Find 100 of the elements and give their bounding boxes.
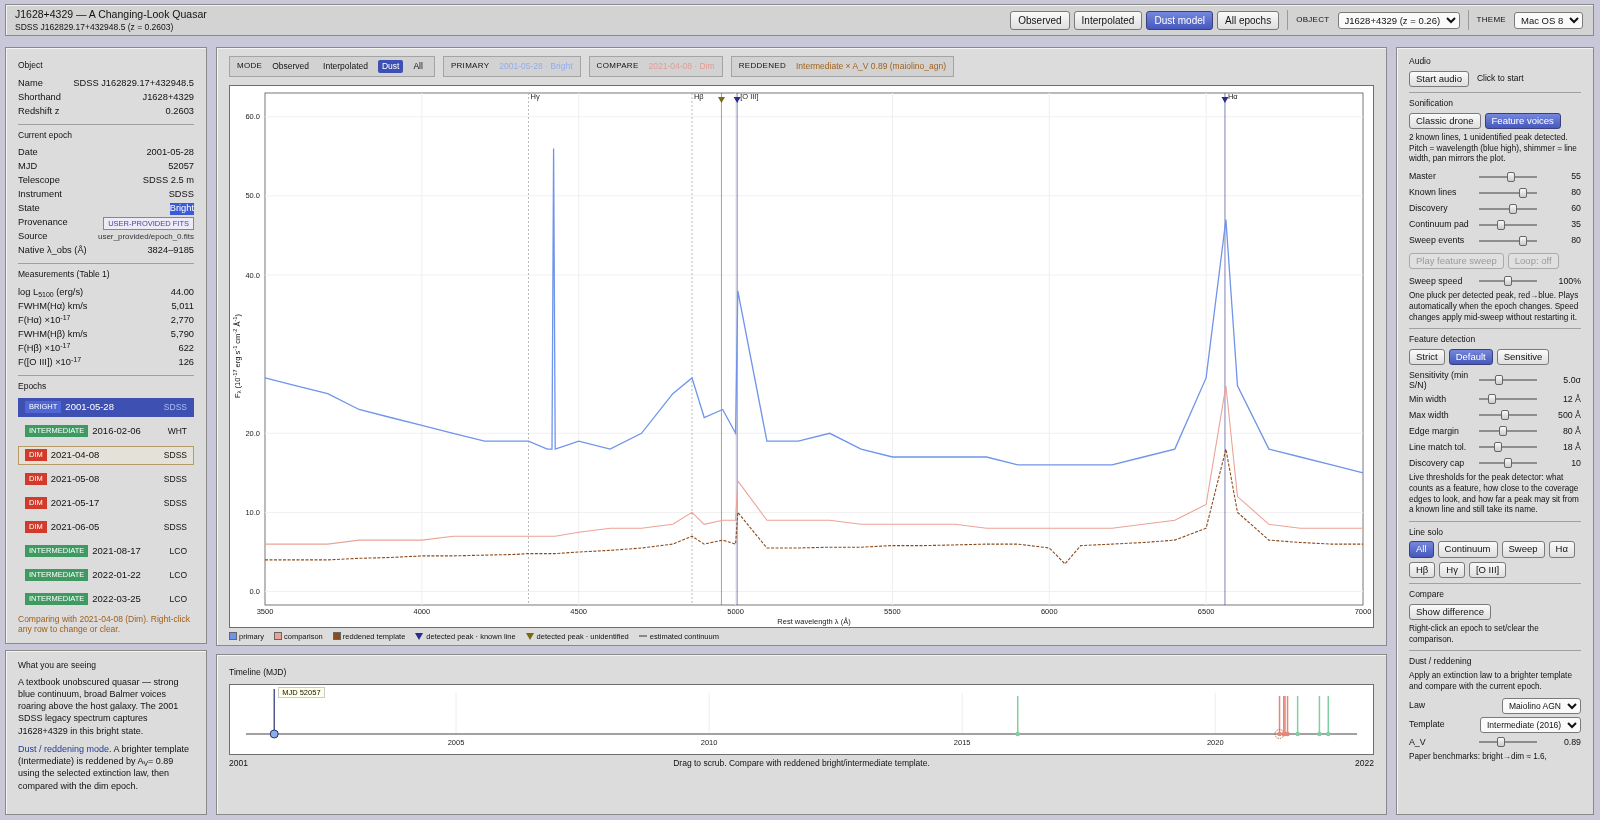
indicator-label: COMPARE <box>596 61 639 72</box>
field-value: 2001-05-28 <box>146 147 194 160</box>
field-value: 622 <box>178 343 194 355</box>
epoch-date: 2001-05-28 <box>65 401 114 413</box>
mode-button[interactable]: Feature voices <box>1484 112 1561 129</box>
mode-option[interactable]: Observed <box>268 60 314 73</box>
window-title: J1628+4329 — A Changing-Look Quasar <box>15 7 207 21</box>
line-solo-button[interactable]: Continuum <box>1437 541 1498 558</box>
slider-thumb[interactable] <box>1504 276 1512 287</box>
telescope-label: LCO <box>169 593 187 605</box>
view-tab[interactable]: Interpolated <box>1073 10 1143 30</box>
telescope-label: WHT <box>167 425 187 437</box>
template-select[interactable]: Intermediate (2016) <box>1480 716 1581 733</box>
field-label: MJD <box>18 161 38 174</box>
slider-label: Line match tol. <box>1409 441 1468 453</box>
line-solo-button[interactable]: Hα <box>1548 541 1575 558</box>
slider-label: Edge margin <box>1409 425 1460 437</box>
slider-thumb[interactable] <box>1509 203 1517 214</box>
preset-button[interactable]: Strict <box>1409 348 1445 366</box>
slider-value: 60 <box>1570 203 1581 215</box>
description-text: One pluck per detected peak, red→blue. Plays automatically when the epoch changes. Speed changes apply mid-sweep without restarting it. <box>1409 291 1580 324</box>
field-value: 5,011 <box>171 301 194 313</box>
slider-thumb[interactable] <box>1495 375 1503 386</box>
slider-value: 10 <box>1570 457 1581 469</box>
preset-button[interactable]: Default <box>1448 348 1493 366</box>
slider-value: 12 Å <box>1561 393 1581 405</box>
section-title: Dust / reddening <box>1409 656 1473 668</box>
field-label: Instrument <box>18 189 62 202</box>
field-label: Provenance <box>18 217 68 230</box>
section-title: Line solo <box>1409 526 1445 538</box>
slider-value: 35 <box>1570 219 1581 231</box>
theme-label: THEME <box>1476 15 1506 25</box>
view-tab[interactable]: Observed <box>1010 10 1070 30</box>
slider-thumb[interactable] <box>1506 171 1515 182</box>
slider-thumb[interactable] <box>1487 394 1496 405</box>
telescope-label: LCO <box>169 545 187 557</box>
slider-thumb[interactable] <box>1519 187 1527 198</box>
view-tab[interactable]: All epochs <box>1217 10 1280 30</box>
section-title: Sonification <box>1409 97 1454 109</box>
line-solo-button[interactable]: Hγ <box>1439 561 1465 579</box>
description-text: Right-click an epoch to set/clear the comparison. <box>1409 624 1540 646</box>
mode-button[interactable]: Classic drone <box>1409 112 1481 129</box>
timeline-caption: Drag to scrub. Compare with reddened bright/intermediate template. <box>673 757 930 769</box>
telescope-label: SDSS <box>163 521 187 533</box>
telescope-label: SDSS <box>163 473 187 485</box>
slider-label: Discovery cap <box>1409 457 1466 469</box>
field-label: State <box>18 203 40 216</box>
slider-label: Known lines <box>1409 187 1458 199</box>
field-label: Source <box>18 231 48 244</box>
indicator-value: 2001-05-28 · Bright <box>499 61 573 72</box>
field-label: F(Hα) ×10$^{-17}$ <box>18 315 71 327</box>
playhead-marker[interactable] <box>269 688 279 739</box>
slider-thumb[interactable] <box>1501 410 1510 421</box>
epoch-date: 2016-02-06 <box>92 425 141 437</box>
epoch-date: 2022-03-25 <box>92 593 141 605</box>
slider-value: 55 <box>1570 171 1581 183</box>
paragraph: A textbook unobscured quasar — strong blue continuum, broad Balmer voices roaring above the host galaxy. The 2001 SDSS legacy spectrum captures J1628+4329 in this bright state. <box>18 675 180 737</box>
theme-select[interactable]: Mac OS 8 <box>1514 11 1583 29</box>
field-label: Law <box>1409 700 1426 712</box>
slider-label: Master <box>1409 171 1437 183</box>
field-value: 0.2603 <box>165 105 194 118</box>
mode-option[interactable]: Dust <box>377 60 404 73</box>
section-title: Object <box>18 60 44 71</box>
mode-option[interactable]: Interpolated <box>319 60 372 73</box>
section-title: Compare <box>1409 589 1445 600</box>
line-solo-button[interactable]: Sweep <box>1501 541 1545 558</box>
slider-label: Sweep speed <box>1409 275 1464 287</box>
slider-value: 18 Å <box>1561 441 1581 453</box>
epoch-date: 2021-06-05 <box>50 521 100 533</box>
start-audio-button[interactable]: Start audio <box>1409 70 1469 87</box>
slider-label: Max width <box>1409 409 1450 421</box>
field-label: Redshift z <box>18 105 60 118</box>
line-solo-button[interactable]: All <box>1409 541 1434 558</box>
slider-value: 80 Å <box>1561 425 1581 437</box>
slider-thumb[interactable] <box>1494 442 1502 453</box>
view-tab[interactable]: Dust model <box>1146 10 1213 30</box>
indicator-label: PRIMARY <box>450 61 490 72</box>
telescope-label: SDSS <box>163 497 187 509</box>
slider-thumb[interactable] <box>1496 219 1505 230</box>
slider-thumb[interactable] <box>1499 426 1507 437</box>
object-select[interactable]: J1628+4329 (z = 0.26) <box>1337 11 1460 29</box>
field-label: FWHM(Hβ) km/s <box>18 329 88 341</box>
field-value: user_provided/epoch_0.fits <box>97 232 194 243</box>
slider-thumb[interactable] <box>1496 737 1505 748</box>
field-label: F(Hβ) ×10$^{-17}$ <box>18 343 71 355</box>
mode-option[interactable]: All <box>409 60 427 73</box>
subtitle: SDSS J162829.17+432948.5 (z = 0.2603) <box>15 21 175 33</box>
line-solo-button[interactable]: Hβ <box>1409 561 1436 579</box>
slider-thumb[interactable] <box>1519 235 1527 246</box>
section-title: Measurements (Table 1) <box>18 269 111 280</box>
preset-button[interactable]: Sensitive <box>1496 348 1550 366</box>
line-solo-button[interactable]: [O III] <box>1468 561 1507 579</box>
description-text: 2 known lines, 1 unidentified peak detected. Pitch = wavelength (blue high), shimmer = line width, pan mirrors the plot. <box>1409 132 1578 165</box>
law-select[interactable]: Maiolino AGN <box>1502 697 1581 714</box>
slider-thumb[interactable] <box>1504 458 1512 469</box>
show-difference-button[interactable]: Show difference <box>1409 603 1491 621</box>
field-value: 5,790 <box>170 329 194 341</box>
field-value: Bright <box>169 203 194 216</box>
year-label: 2001 <box>229 757 248 769</box>
slider-value: 5.0σ <box>1562 374 1581 386</box>
